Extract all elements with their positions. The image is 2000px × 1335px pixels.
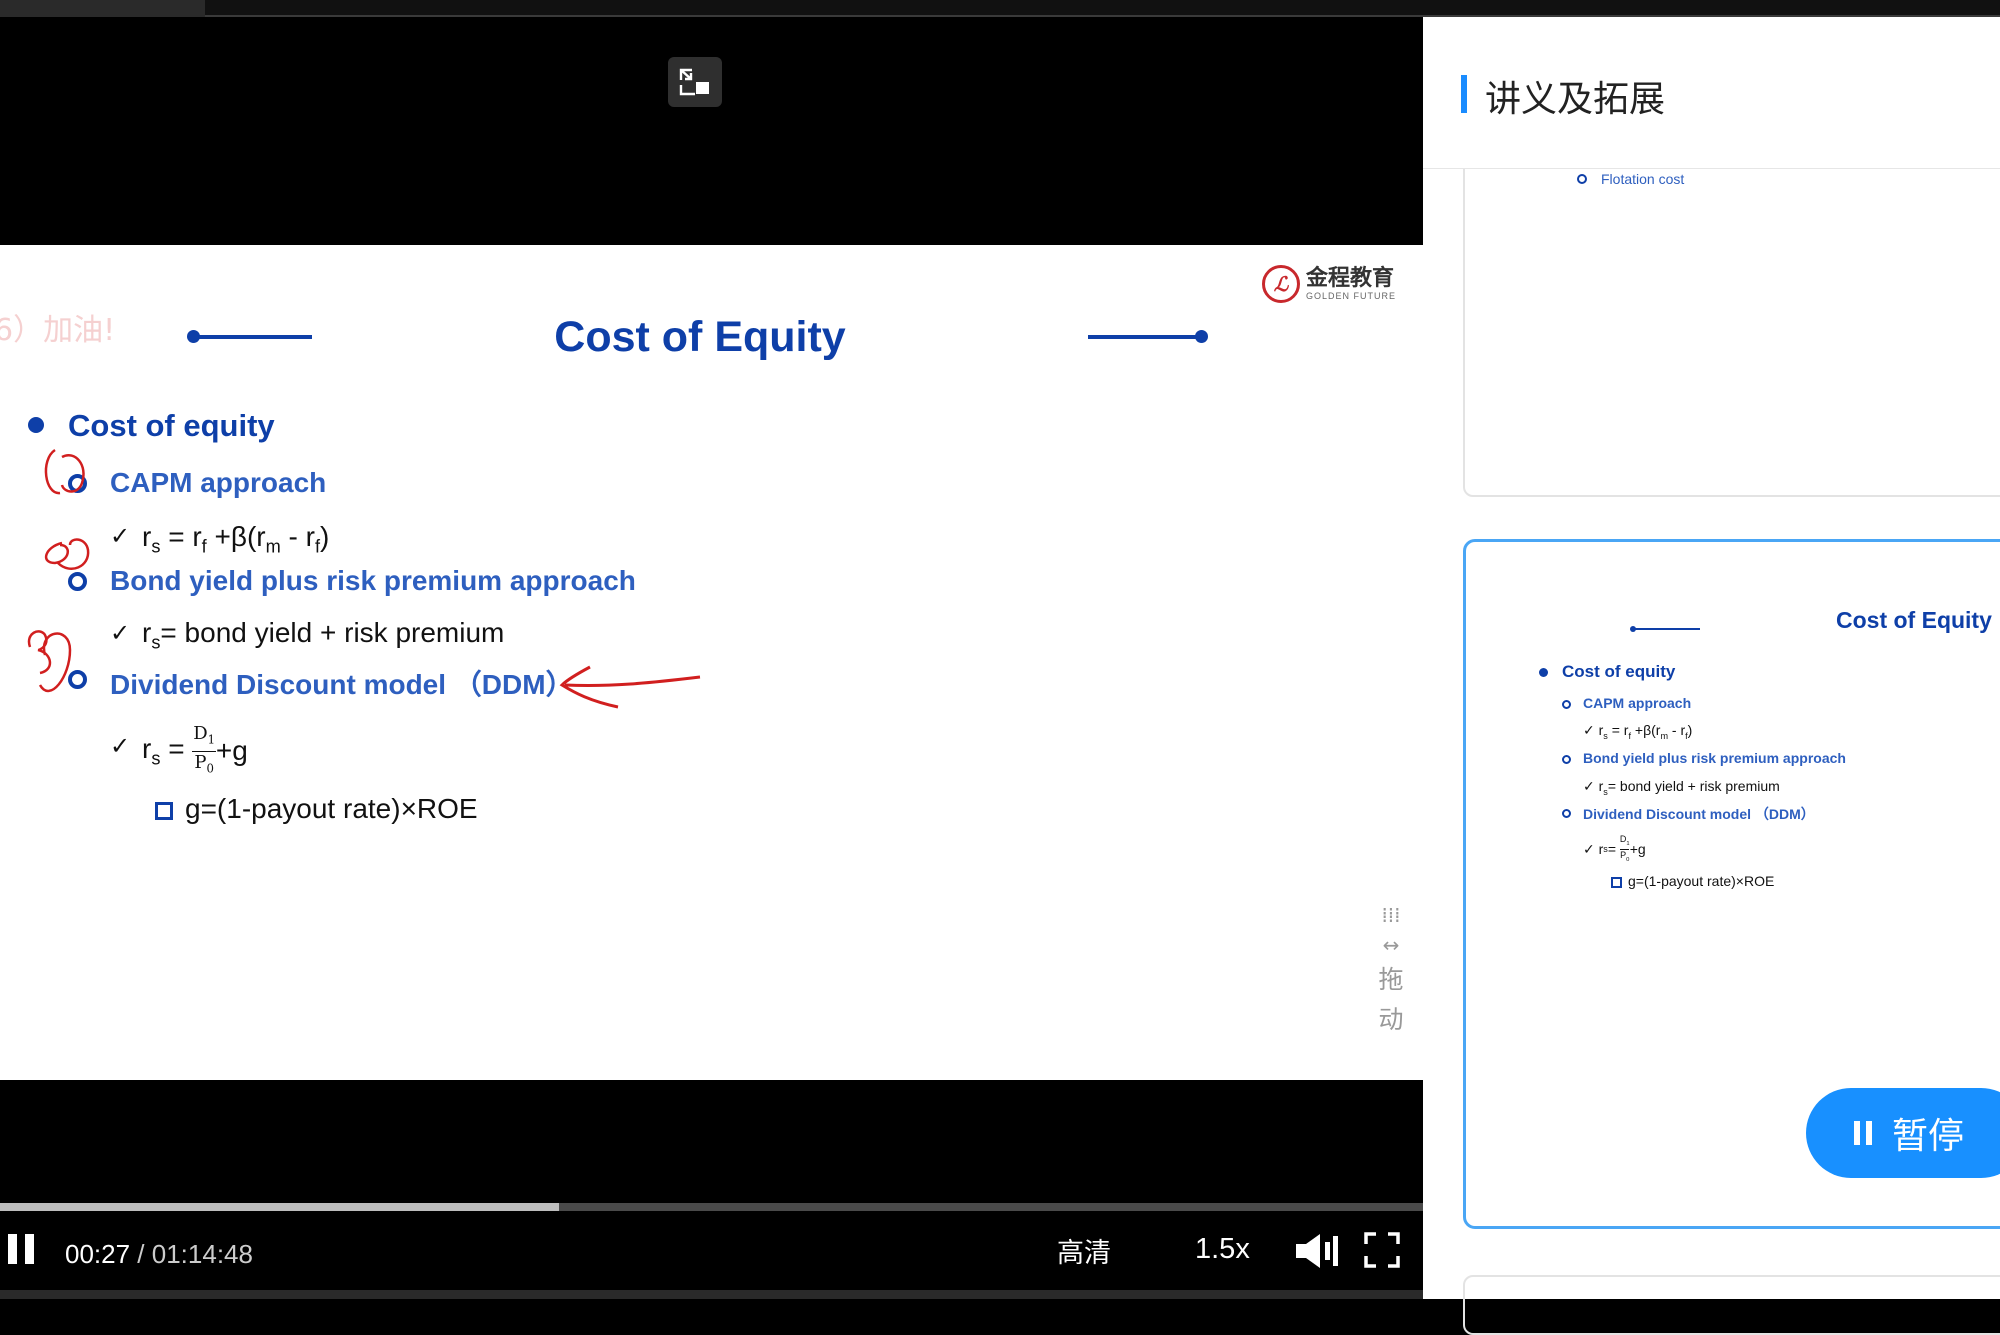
logo-cn-text: 金程教育 xyxy=(1306,266,1395,291)
panel-header: 讲义及拓展 xyxy=(1423,17,2000,169)
drag-handle[interactable]: ⁞⁞⁞ ↔ 拖 动 xyxy=(1374,900,1408,1040)
drag-label-1: 拖 xyxy=(1378,965,1404,994)
thumb-sub-bond: Bond yield plus risk premium approach xyxy=(1583,750,1846,766)
handout-pause-button[interactable]: 暂停 xyxy=(1806,1088,2000,1178)
fullscreen-icon[interactable] xyxy=(1364,1232,1400,1268)
thumb-sub-capm: CAPM approach xyxy=(1583,695,1692,711)
quality-button[interactable]: 高清 xyxy=(1057,1231,1111,1270)
sub-bullet-ring xyxy=(1562,809,1571,818)
title-rule-left xyxy=(1634,628,1700,630)
square-bullet xyxy=(1611,877,1622,888)
sub-bullet-ring xyxy=(1577,174,1587,184)
thumb-formula-ddm: ✓ rs = D1 P0 +g xyxy=(1583,834,1646,863)
pause-icon-bar xyxy=(25,1234,34,1264)
thumb-formula-growth: g=(1-payout rate)×ROE xyxy=(1628,873,1775,889)
panel-title: 讲义及拓展 xyxy=(1485,79,1666,120)
header-accent-bar xyxy=(1461,75,1467,113)
formula-growth: g=(1-payout rate)×ROE xyxy=(185,793,478,824)
speed-button[interactable]: 1.5x xyxy=(1195,1233,1250,1266)
thumb-formula-capm: ✓ rs = rf +β(rm - rf) xyxy=(1583,722,1693,741)
square-bullet xyxy=(155,802,173,820)
thumb-sub-ddm: Dividend Discount model （DDM） xyxy=(1583,806,1815,822)
pause-icon xyxy=(8,1234,17,1264)
thumb-title: Cost of Equity xyxy=(1836,607,1992,633)
sub-bullet-ring xyxy=(1562,700,1571,709)
time-current: 00:27 xyxy=(65,1239,131,1269)
thumb-bullet-cost: Cost of equity xyxy=(1562,662,1676,681)
lecture-slide: 6）加油! ℒ 金程教育 GOLDEN FUTURE Cost of Equit… xyxy=(0,245,1423,1080)
volume-icon[interactable] xyxy=(1294,1232,1340,1270)
bottom-strip xyxy=(0,1290,1423,1299)
title-rule-right-dot xyxy=(1195,330,1208,343)
handwritten-annotations xyxy=(27,448,701,709)
exit-pip-button[interactable] xyxy=(668,57,722,107)
pause-button[interactable] xyxy=(8,1234,36,1264)
bullet-dot xyxy=(1539,668,1548,677)
handout-pause-label: 暂停 xyxy=(1892,1116,1965,1157)
golden-future-logo: ℒ 金程教育 GOLDEN FUTURE xyxy=(1262,265,1396,303)
handout-cut-text: Flotation cost xyxy=(1601,171,1685,187)
video-player[interactable]: 6）加油! ℒ 金程教育 GOLDEN FUTURE Cost of Equit… xyxy=(0,17,1423,1299)
top-bar-tab[interactable] xyxy=(0,0,205,17)
player-controls: 00:27 / 01:14:48 高清 1.5x xyxy=(0,1213,1423,1290)
logo-seal-icon: ℒ xyxy=(1262,265,1300,303)
title-rule-right xyxy=(1088,335,1200,339)
time-separator: / xyxy=(130,1239,152,1269)
handout-card-next[interactable] xyxy=(1463,1275,2000,1335)
thumb-formula-bond-text: = bond yield + risk premium xyxy=(1607,778,1780,794)
drag-label-2: 动 xyxy=(1378,1005,1404,1034)
pause-icon xyxy=(1854,1121,1878,1145)
handout-card-previous[interactable]: Flotation cost xyxy=(1463,117,2000,497)
top-bar xyxy=(0,0,2000,17)
exit-pip-icon xyxy=(679,68,709,96)
sub-bullet-ring xyxy=(1562,755,1571,764)
thumb-formula-bond: ✓ rs= bond yield + risk premium xyxy=(1583,778,1780,797)
progress-bar-played xyxy=(0,1203,560,1211)
time-total: 01:14:48 xyxy=(151,1239,253,1269)
drag-grip-icon: ⁞⁞⁞ ↔ xyxy=(1381,903,1401,957)
time-display: 00:27 / 01:14:48 xyxy=(65,1239,253,1270)
logo-en-text: GOLDEN FUTURE xyxy=(1306,291,1397,301)
